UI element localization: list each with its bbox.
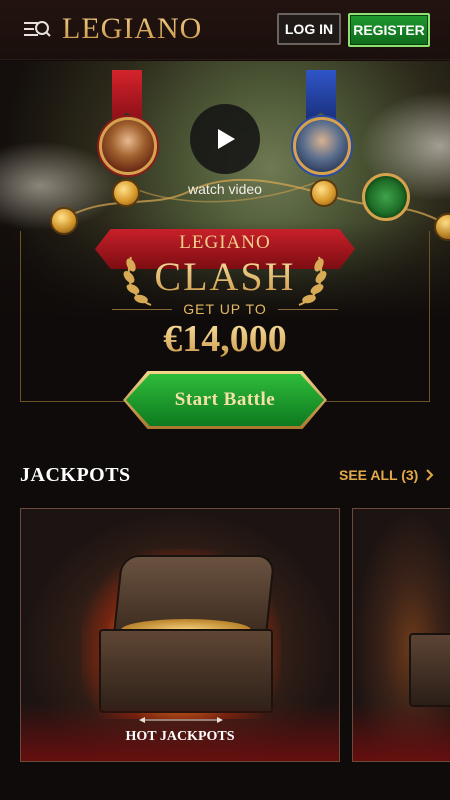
watch-video-link[interactable]: watch video [0, 181, 450, 197]
start-battle-button[interactable]: Start Battle [126, 374, 324, 426]
search-menu-icon[interactable] [22, 17, 52, 43]
chevron-right-icon [426, 469, 434, 481]
treasure-chest-icon [409, 633, 450, 707]
jackpot-card-label: HOT JACKPOTS [125, 729, 235, 744]
see-all-link[interactable]: SEE ALL (3) [339, 467, 434, 483]
jackpots-heading: Jackpots [20, 464, 131, 486]
red-warrior-avatar [99, 117, 157, 175]
play-video-button[interactable] [190, 104, 260, 174]
ornament-divider [139, 717, 223, 723]
jackpot-card[interactable] [352, 508, 450, 762]
jackpot-card[interactable]: HOT JACKPOTS [20, 508, 340, 762]
play-icon [218, 129, 235, 149]
login-button[interactable]: LOG IN [277, 13, 341, 45]
treasure-chest-icon [99, 629, 273, 713]
clash-title: Clash [0, 253, 450, 300]
promo-subtitle: GET UP TO [183, 301, 267, 317]
clash-brand-label: LegianO [179, 232, 271, 253]
top-header: LegianO LOG IN REGISTER [0, 0, 450, 60]
prize-amount: €14,000 [0, 317, 450, 361]
site-logo[interactable]: LegianO [62, 12, 202, 46]
register-button[interactable]: REGISTER [348, 13, 430, 47]
blue-warrior-avatar [293, 117, 351, 175]
clash-promo-banner: watch video LegianO Clash GET UP TO €14,… [0, 61, 450, 441]
see-all-label: SEE ALL (3) [339, 467, 419, 483]
start-battle-label: Start Battle [174, 389, 276, 410]
